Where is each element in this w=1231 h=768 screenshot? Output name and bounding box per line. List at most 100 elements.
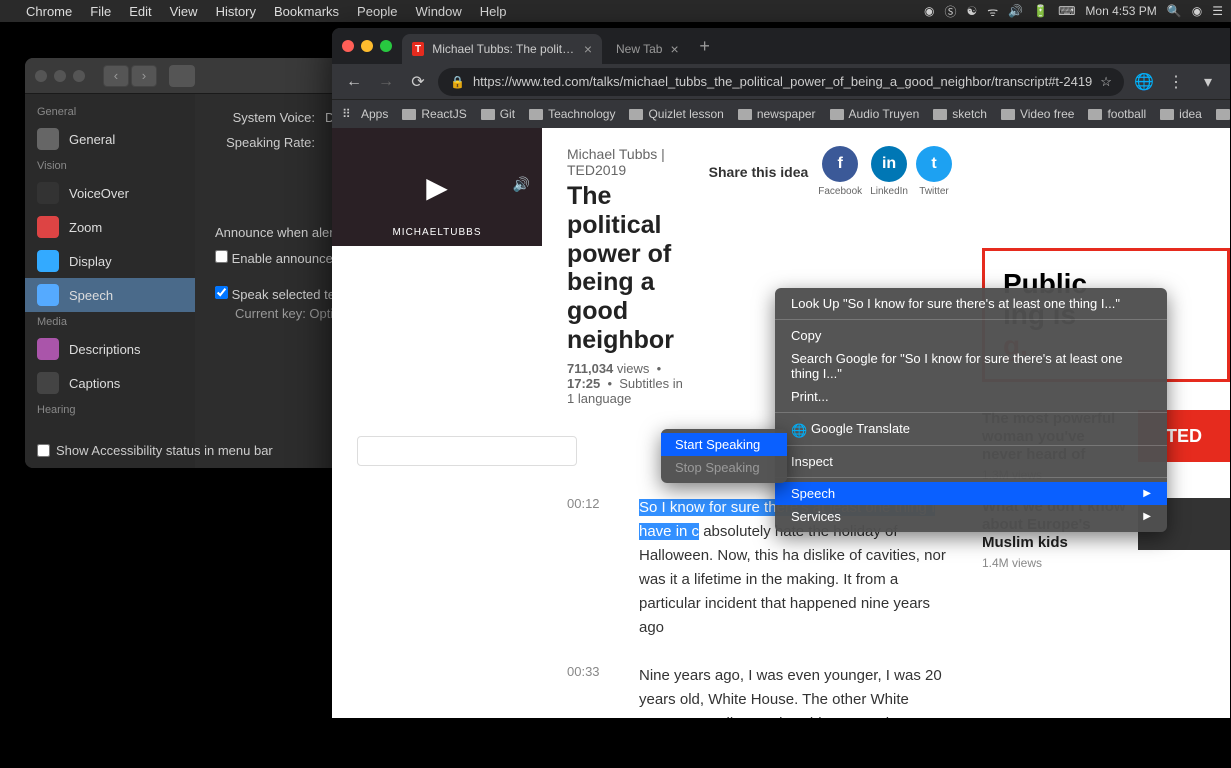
- ctx-inspect[interactable]: Inspect: [775, 450, 1167, 473]
- forward-button[interactable]: →: [374, 69, 398, 95]
- ctx-translate[interactable]: 🌐Google Translate: [775, 417, 1167, 441]
- tab-newtab[interactable]: New Tab ×: [606, 34, 689, 64]
- general-icon: [37, 128, 59, 150]
- sidebar-item-general[interactable]: General: [25, 122, 195, 156]
- bookmark-fcs[interactable]: FCS: [1216, 107, 1230, 121]
- speech-icon: [37, 284, 59, 306]
- maximize-icon[interactable]: [380, 40, 392, 52]
- menu-people[interactable]: People: [357, 4, 397, 19]
- timestamp[interactable]: 00:12: [567, 496, 609, 640]
- bookmark-video[interactable]: Video free: [1001, 107, 1075, 121]
- skype-icon[interactable]: Ⓢ: [944, 3, 956, 20]
- bookmark-newspaper[interactable]: newspaper: [738, 107, 816, 121]
- bookmark-football[interactable]: football: [1088, 107, 1146, 121]
- window-controls: [342, 40, 392, 52]
- transcript-text[interactable]: Nine years ago, I was even younger, I wa…: [639, 664, 952, 719]
- share-twitter[interactable]: tTwitter: [916, 146, 952, 197]
- grid-button[interactable]: [169, 65, 195, 87]
- share-linkedin[interactable]: inLinkedIn: [870, 146, 908, 197]
- new-tab-button[interactable]: +: [693, 34, 717, 58]
- star-icon[interactable]: ☆: [1100, 74, 1112, 90]
- minimize-icon[interactable]: [54, 70, 66, 82]
- speech-submenu: Start Speaking Stop Speaking: [661, 429, 787, 483]
- close-icon[interactable]: [35, 70, 47, 82]
- bookmark-git[interactable]: Git: [481, 107, 515, 121]
- system-voice-label: System Voice:: [215, 110, 315, 125]
- ctx-speech[interactable]: Speech▶: [775, 482, 1167, 505]
- menu-file[interactable]: File: [90, 4, 111, 19]
- search-icon[interactable]: 🔍: [1167, 4, 1182, 18]
- sidebar-item-speech[interactable]: Speech: [25, 278, 195, 312]
- folder-icon: [402, 109, 416, 120]
- tab-title: New Tab: [616, 42, 662, 56]
- ctx-services[interactable]: Services▶: [775, 505, 1167, 528]
- siri-icon[interactable]: ◉: [1192, 4, 1202, 18]
- back-button[interactable]: ←: [342, 69, 366, 95]
- volume-icon[interactable]: 🔊: [513, 176, 530, 193]
- play-icon[interactable]: ▶: [426, 171, 448, 204]
- menu-help[interactable]: Help: [480, 4, 507, 19]
- translate-ext-icon[interactable]: 🌐: [1132, 69, 1156, 95]
- talk-meta: 711,034 views • 17:25 • Subtitles in 1 l…: [567, 361, 689, 406]
- transcript-dropdown[interactable]: [357, 436, 577, 466]
- menubar-right: ◉ Ⓢ ☯ ᯤ 🔊 🔋 ⌨ Mon 4:53 PM 🔍 ◉ ☰: [924, 3, 1223, 20]
- volume-icon[interactable]: 🔊: [1008, 4, 1023, 18]
- video-player[interactable]: ▶ 🔊 MICHAELTUBBS: [332, 128, 542, 246]
- bookmark-apps[interactable]: ⠿Apps: [342, 107, 388, 121]
- clock[interactable]: Mon 4:53 PM: [1085, 4, 1156, 18]
- menu-window[interactable]: Window: [416, 4, 462, 19]
- address-bar[interactable]: 🔒 https://www.ted.com/talks/michael_tubb…: [438, 68, 1124, 96]
- show-status-checkbox[interactable]: [37, 444, 50, 457]
- bookmark-sketch[interactable]: sketch: [933, 107, 987, 121]
- tab-close-icon[interactable]: ×: [670, 41, 678, 57]
- ctx-copy[interactable]: Copy: [775, 324, 1167, 347]
- status-icon[interactable]: ◉: [924, 4, 934, 18]
- menu-history[interactable]: History: [216, 4, 256, 19]
- close-icon[interactable]: [342, 40, 354, 52]
- sidebar-item-zoom[interactable]: Zoom: [25, 210, 195, 244]
- tab-active[interactable]: T Michael Tubbs: The political po ×: [402, 34, 602, 64]
- context-menu: Look Up "So I know for sure there's at l…: [775, 288, 1167, 532]
- ctx-lookup[interactable]: Look Up "So I know for sure there's at l…: [775, 292, 1167, 315]
- back-button[interactable]: ‹: [103, 65, 129, 87]
- status-icon-2[interactable]: ☯: [966, 4, 977, 18]
- facebook-icon: f: [822, 146, 858, 182]
- bookmark-teachnology[interactable]: Teachnology: [529, 107, 615, 121]
- bookmark-reactjs[interactable]: ReactJS: [402, 107, 466, 121]
- minimize-icon[interactable]: [361, 40, 373, 52]
- share-facebook[interactable]: fFacebook: [818, 146, 862, 197]
- ext-icon[interactable]: ⋮: [1164, 69, 1188, 95]
- sidebar-item-voiceover[interactable]: VoiceOver: [25, 176, 195, 210]
- ext-icon-2[interactable]: ▾: [1196, 69, 1220, 95]
- forward-button[interactable]: ›: [131, 65, 157, 87]
- menu-bookmarks[interactable]: Bookmarks: [274, 4, 339, 19]
- speaking-rate-label: Speaking Rate:: [215, 135, 315, 150]
- app-name[interactable]: Chrome: [26, 4, 72, 19]
- maximize-icon[interactable]: [73, 70, 85, 82]
- folder-icon: [933, 109, 947, 120]
- section-vision: Vision: [25, 156, 195, 176]
- accessibility-footer[interactable]: Show Accessibility status in menu bar: [37, 443, 273, 458]
- sidebar-item-descriptions[interactable]: Descriptions: [25, 332, 195, 366]
- voiceover-icon: [37, 182, 59, 204]
- submenu-start-speaking[interactable]: Start Speaking: [661, 433, 787, 456]
- bookmark-quizlet[interactable]: Quizlet lesson: [629, 107, 723, 121]
- ctx-print[interactable]: Print...: [775, 385, 1167, 408]
- tab-strip: T Michael Tubbs: The political po × New …: [332, 28, 1230, 64]
- bookmark-idea[interactable]: idea: [1160, 107, 1202, 121]
- menu-view[interactable]: View: [170, 4, 198, 19]
- timestamp[interactable]: 00:33: [567, 664, 609, 719]
- reload-button[interactable]: ⟳: [406, 69, 430, 95]
- wifi-icon[interactable]: ᯤ: [987, 3, 998, 20]
- menu-icon[interactable]: ☰: [1212, 4, 1223, 18]
- sidebar-item-display[interactable]: Display: [25, 244, 195, 278]
- bookmark-audio[interactable]: Audio Truyen: [830, 107, 920, 121]
- ctx-search-google[interactable]: Search Google for "So I know for sure th…: [775, 347, 1167, 385]
- tab-close-icon[interactable]: ×: [584, 41, 592, 57]
- translate-icon: 🌐: [791, 423, 805, 437]
- sidebar-item-captions[interactable]: Captions: [25, 366, 195, 400]
- input-icon[interactable]: ⌨: [1058, 4, 1075, 18]
- battery-icon[interactable]: 🔋: [1033, 4, 1048, 18]
- transcript-block: 00:33 Nine years ago, I was even younger…: [567, 664, 952, 719]
- menu-edit[interactable]: Edit: [129, 4, 151, 19]
